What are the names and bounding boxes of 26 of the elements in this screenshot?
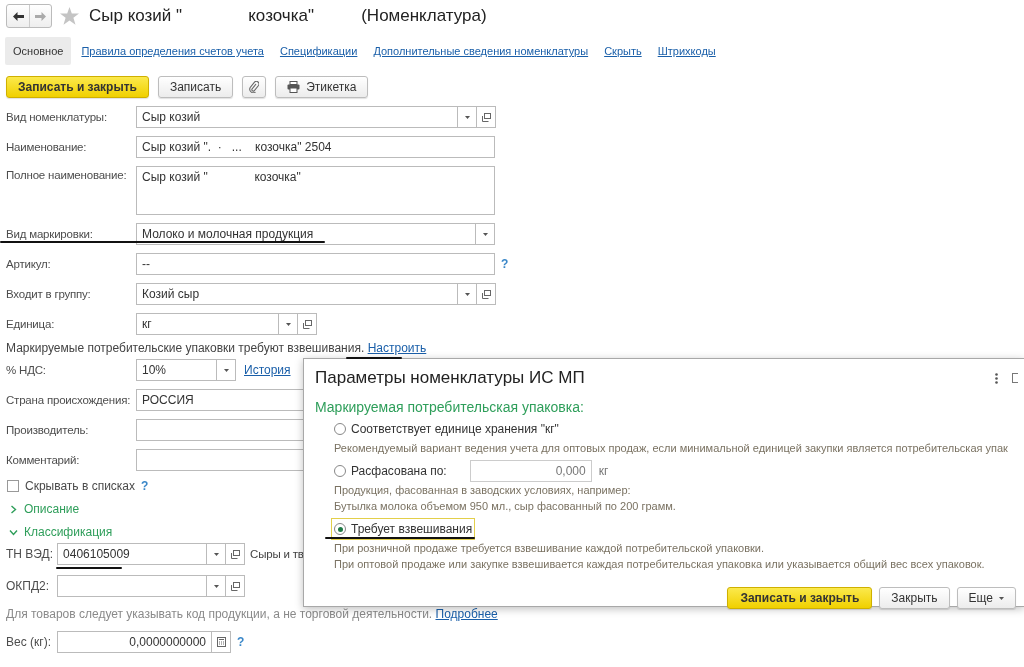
field-label: Полное наименование: <box>6 168 128 181</box>
option-description: Продукция, фасованная в заводских условиях, например: <box>334 483 632 497</box>
unit-label: кг <box>598 464 609 478</box>
section-heading: Маркируемая потребительская упаковка: <box>315 399 585 415</box>
field-label: % НДС: <box>6 364 47 376</box>
window-title: Сыр козий " козочка" (Номенклатура) <box>89 6 487 26</box>
field-label: Вес (кг): <box>6 635 52 649</box>
field-label: Наименование: <box>6 141 88 153</box>
field-label: Вид номенклатуры: <box>6 111 108 123</box>
field-label: Артикул: <box>6 258 52 270</box>
field-label: Входит в группу: <box>6 288 92 300</box>
field-label: ОКПД2: <box>6 579 51 593</box>
field-label: Вид маркировки: <box>6 228 94 240</box>
option-description: При оптовой продаже или закупке взвешивается каждая потребительская упаковка или указывается общий вес всех упаковок. <box>334 557 986 571</box>
field-label: Производитель: <box>6 424 90 436</box>
field-label: Комментарий: <box>6 454 81 466</box>
option-description: Бутылка молока объемом 950 мл., сыр фасованный по 200 грамм. <box>334 499 677 513</box>
option-description: Рекомендуемый вариант ведения учета для оптовых продаж, если минимальной единицей закупки является потребительская упак <box>334 441 1009 455</box>
code-description: Сыры и тв <box>250 548 304 560</box>
notice-text: Маркируемые потребительские упаковки требуют взвешивания. <box>6 341 366 355</box>
field-label: Страна происхождения: <box>6 394 132 406</box>
option-description: При розничной продаже требуется взвешивание каждой потребительской упаковки. <box>334 541 766 555</box>
hint-text: Для товаров следует указывать код продукции, а не торговой деятельности. <box>6 607 434 621</box>
field-label: Единица: <box>6 318 56 330</box>
dialog-title: Параметры номенклатуры ИС МП <box>315 368 585 388</box>
field-label: ТН ВЭД: <box>6 547 54 561</box>
